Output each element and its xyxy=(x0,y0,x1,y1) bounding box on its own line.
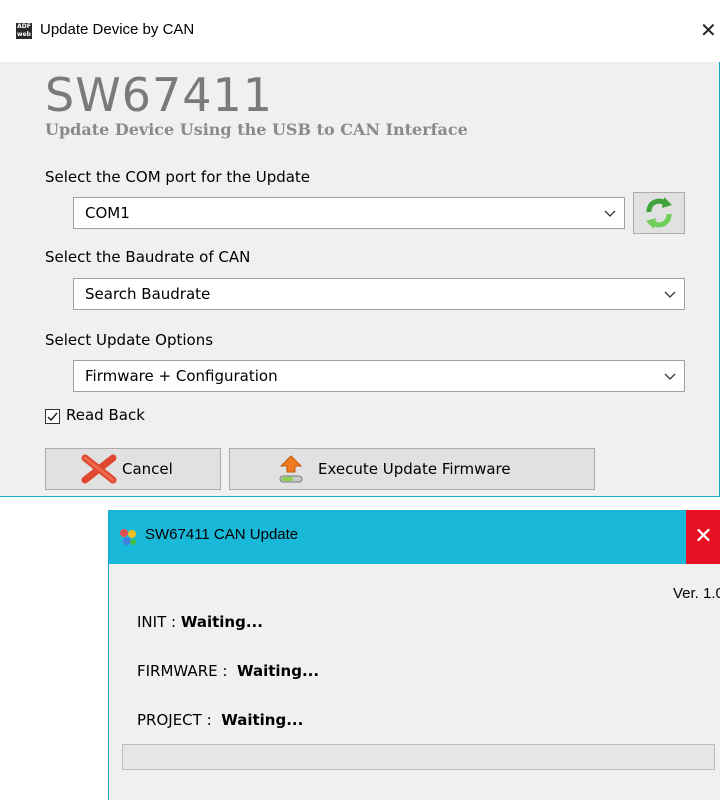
project-status: PROJECT : Waiting... xyxy=(137,711,303,729)
update-window-title: SW67411 CAN Update xyxy=(145,526,299,543)
upload-icon xyxy=(279,455,303,483)
baudrate-label: Select the Baudrate of CAN xyxy=(45,248,251,266)
can-update-window: SW67411 CAN Update ✕ Ver. 1.003 INIT : W… xyxy=(108,510,720,800)
init-value: Waiting... xyxy=(180,613,263,631)
project-label: PROJECT : xyxy=(137,711,212,729)
update-options-select[interactable]: Firmware + Configuration xyxy=(73,360,685,392)
version-label: Ver. 1.003 xyxy=(673,585,720,602)
execute-update-button[interactable]: Execute Update Firmware xyxy=(229,448,595,490)
read-back-checkbox[interactable] xyxy=(45,409,60,424)
app-icon-text-top: ADF xyxy=(17,23,31,30)
init-label: INIT : xyxy=(137,613,177,631)
update-progress-bar xyxy=(122,744,715,770)
update-options-value: Firmware + Configuration xyxy=(85,367,278,385)
firmware-label: FIRMWARE : xyxy=(137,662,228,680)
com-port-select[interactable]: COM1 xyxy=(73,197,625,229)
refresh-icon xyxy=(646,197,672,229)
product-subtitle: Update Device Using the USB to CAN Inter… xyxy=(45,120,468,139)
app-icon: ADF web xyxy=(16,23,32,39)
baudrate-value: Search Baudrate xyxy=(85,285,211,303)
firmware-status: FIRMWARE : Waiting... xyxy=(137,662,319,680)
com-port-label: Select the COM port for the Update xyxy=(45,168,311,186)
com-port-value: COM1 xyxy=(85,204,130,222)
update-title-bar[interactable]: SW67411 CAN Update ✕ xyxy=(109,510,720,564)
cancel-x-icon xyxy=(81,454,117,484)
window-title: Update Device by CAN xyxy=(40,21,195,38)
update-options-label: Select Update Options xyxy=(45,331,214,349)
update-app-icon xyxy=(120,529,136,545)
cancel-button[interactable]: Cancel xyxy=(45,448,221,490)
baudrate-select[interactable]: Search Baudrate xyxy=(73,278,685,310)
app-icon-text-bottom: web xyxy=(17,31,31,38)
cancel-label: Cancel xyxy=(122,460,173,478)
update-close-button[interactable]: ✕ xyxy=(686,510,720,564)
chevron-down-icon xyxy=(664,291,676,298)
update-device-window: ADF web Update Device by CAN ✕ SW67411 U… xyxy=(0,0,720,497)
execute-update-label: Execute Update Firmware xyxy=(318,460,511,478)
chevron-down-icon xyxy=(664,373,676,380)
firmware-value: Waiting... xyxy=(236,662,320,680)
chevron-down-icon xyxy=(604,210,616,217)
project-value: Waiting... xyxy=(221,711,304,729)
init-status: INIT : Waiting... xyxy=(137,613,263,631)
product-code: SW67411 xyxy=(45,68,274,122)
refresh-button[interactable] xyxy=(633,192,685,234)
read-back-label[interactable]: Read Back xyxy=(66,406,145,424)
title-bar[interactable]: ADF web Update Device by CAN ✕ xyxy=(0,0,720,62)
checkmark-icon xyxy=(47,412,58,422)
close-button[interactable]: ✕ xyxy=(700,18,720,42)
